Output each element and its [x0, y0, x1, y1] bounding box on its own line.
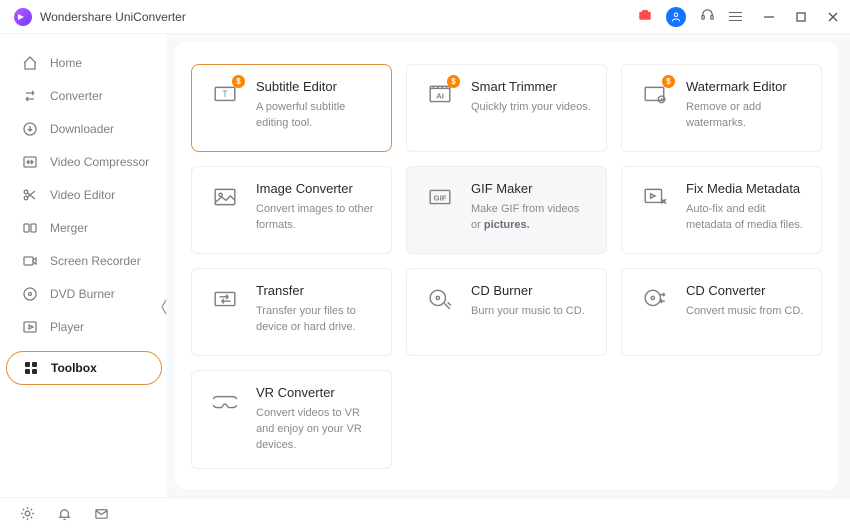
sidebar-item-label: DVD Burner [50, 287, 115, 301]
card-title: GIF Maker [471, 181, 592, 196]
card-cd-burner[interactable]: CD Burner Burn your music to CD. [406, 268, 607, 356]
sidebar-collapse-handle[interactable] [160, 298, 170, 321]
cd-converter-icon [638, 283, 672, 341]
gif-maker-icon [423, 181, 457, 239]
premium-badge: $ [662, 75, 675, 88]
notifications-button[interactable] [57, 506, 72, 521]
card-title: Fix Media Metadata [686, 181, 807, 196]
feedback-button[interactable] [94, 506, 109, 521]
sidebar-item-player[interactable]: Player [0, 312, 167, 342]
sidebar-item-label: Video Editor [50, 188, 115, 202]
sidebar-item-label: Merger [50, 221, 88, 235]
card-gif-maker[interactable]: GIF Maker Make GIF from videos or pictur… [406, 166, 607, 254]
bottom-bar [0, 497, 850, 528]
settings-button[interactable] [20, 506, 35, 521]
maximize-button[interactable] [794, 10, 808, 24]
app-brand: Wondershare UniConverter [14, 8, 186, 26]
sidebar-item-home[interactable]: Home [0, 48, 167, 78]
card-title: VR Converter [256, 385, 377, 400]
premium-badge: $ [232, 75, 245, 88]
card-cd-converter[interactable]: CD Converter Convert music from CD. [621, 268, 822, 356]
sidebar-item-label: Toolbox [51, 361, 97, 375]
sidebar-item-label: Screen Recorder [50, 254, 141, 268]
card-title: CD Burner [471, 283, 585, 298]
sidebar-item-video-compressor[interactable]: Video Compressor [0, 147, 167, 177]
card-description: Convert videos to VR and enjoy on your V… [256, 406, 377, 454]
card-transfer[interactable]: Transfer Transfer your files to device o… [191, 268, 392, 356]
card-title: CD Converter [686, 283, 803, 298]
vr-converter-icon [208, 385, 242, 454]
sidebar-item-screen-recorder[interactable]: Screen Recorder [0, 246, 167, 276]
transfer-icon [208, 283, 242, 341]
card-vr-converter[interactable]: VR Converter Convert videos to VR and en… [191, 370, 392, 469]
card-smart-trimmer[interactable]: $ Smart Trimmer Quickly trim your videos… [406, 64, 607, 152]
close-button[interactable] [826, 10, 840, 24]
card-description: Convert music from CD. [686, 304, 803, 320]
sidebar-item-toolbox[interactable]: Toolbox [6, 351, 162, 385]
card-description: A powerful subtitle editing tool. [256, 100, 377, 132]
image-converter-icon [208, 181, 242, 239]
sidebar-item-downloader[interactable]: Downloader [0, 114, 167, 144]
card-fix-media-metadata[interactable]: Fix Media Metadata Auto-fix and edit met… [621, 166, 822, 254]
card-subtitle-editor[interactable]: $ Subtitle Editor A powerful subtitle ed… [191, 64, 392, 152]
card-description: Auto-fix and edit metadata of media file… [686, 202, 807, 234]
sidebar-item-label: Video Compressor [50, 155, 149, 169]
fix-media-metadata-icon [638, 181, 672, 239]
gift-icon[interactable] [638, 7, 652, 26]
card-title: Watermark Editor [686, 79, 807, 94]
app-title: Wondershare UniConverter [40, 10, 186, 24]
sidebar-item-dvd-burner[interactable]: DVD Burner [0, 279, 167, 309]
sidebar-item-video-editor[interactable]: Video Editor [0, 180, 167, 210]
premium-badge: $ [447, 75, 460, 88]
sidebar-item-label: Player [50, 320, 84, 334]
card-title: Transfer [256, 283, 377, 298]
user-avatar[interactable] [666, 7, 686, 27]
minimize-button[interactable] [762, 10, 776, 24]
sidebar-item-label: Home [50, 56, 82, 70]
card-image-converter[interactable]: Image Converter Convert images to other … [191, 166, 392, 254]
brand-icon [14, 8, 32, 26]
card-description: Quickly trim your videos. [471, 100, 591, 116]
card-description: Convert images to other formats. [256, 202, 377, 234]
card-watermark-editor[interactable]: $ Watermark Editor Remove or add waterma… [621, 64, 822, 152]
menu-icon[interactable] [729, 12, 742, 22]
toolbox-content: $ Subtitle Editor A powerful subtitle ed… [175, 42, 838, 489]
card-description: Make GIF from videos or pictures. [471, 202, 592, 234]
cd-burner-icon [423, 283, 457, 341]
card-description: Burn your music to CD. [471, 304, 585, 320]
sidebar: Home Converter Downloader Video Compress… [0, 34, 167, 497]
card-description: Remove or add watermarks. [686, 100, 807, 132]
card-title: Image Converter [256, 181, 377, 196]
card-title: Smart Trimmer [471, 79, 591, 94]
card-title: Subtitle Editor [256, 79, 377, 94]
card-description: Transfer your files to device or hard dr… [256, 304, 377, 336]
sidebar-item-label: Downloader [50, 122, 114, 136]
sidebar-item-merger[interactable]: Merger [0, 213, 167, 243]
support-icon[interactable] [700, 7, 715, 27]
titlebar: Wondershare UniConverter [0, 0, 850, 34]
sidebar-item-label: Converter [50, 89, 103, 103]
sidebar-item-converter[interactable]: Converter [0, 81, 167, 111]
